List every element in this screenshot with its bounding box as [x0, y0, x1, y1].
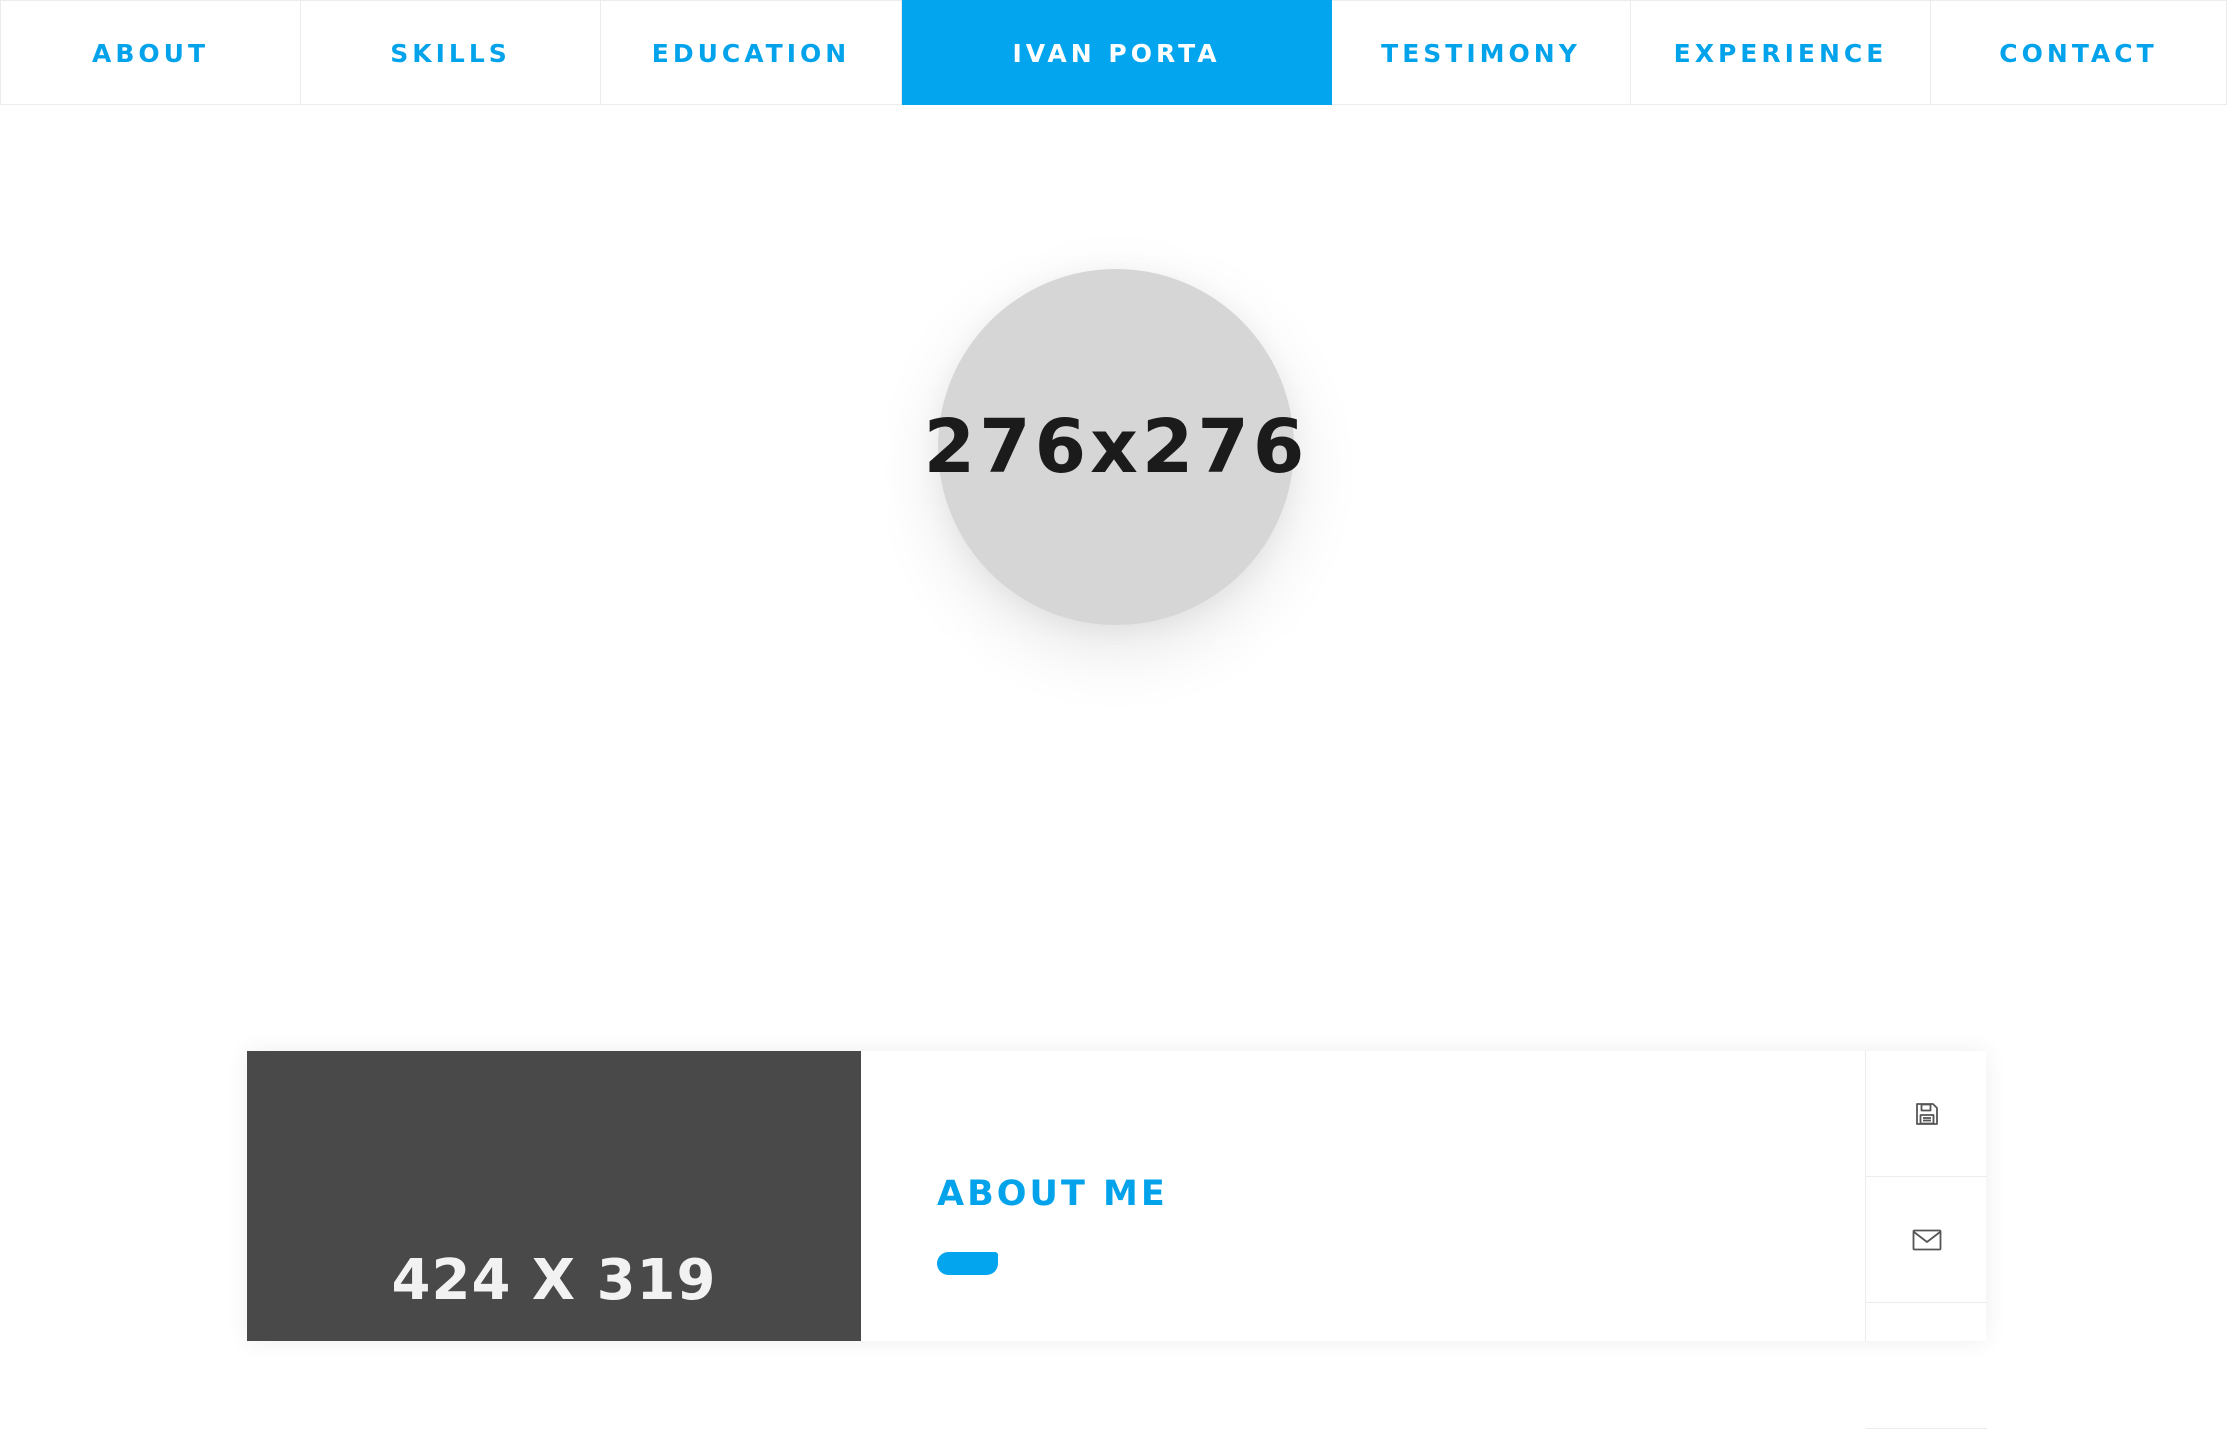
- nav-item-experience[interactable]: EXPERIENCE: [1631, 0, 1931, 105]
- about-card: 424 X 319 ABOUT ME: [247, 1051, 1987, 1429]
- save-icon: [1914, 1101, 1940, 1127]
- save-button[interactable]: [1866, 1051, 1987, 1177]
- nav-item-label: ABOUT: [91, 38, 209, 68]
- nav-item-about[interactable]: ABOUT: [0, 0, 301, 105]
- nav-item-label: EDUCATION: [651, 38, 851, 68]
- about-photo: 424 X 319: [247, 1051, 861, 1341]
- nav-item-home-ivan-porta[interactable]: IVAN PORTA: [902, 0, 1332, 105]
- nav-item-label: TESTIMONY: [1381, 38, 1581, 68]
- title-underline-accent: [937, 1252, 998, 1275]
- nav-item-skills[interactable]: SKILLS: [301, 0, 601, 105]
- card-action-column: [1865, 1051, 1987, 1429]
- nav-item-label: CONTACT: [1999, 38, 2158, 68]
- photo-placeholder-text: 424 X 319: [391, 1248, 717, 1313]
- avatar-placeholder-text: 276x276: [923, 404, 1309, 490]
- nav-item-education[interactable]: EDUCATION: [601, 0, 902, 105]
- top-navigation: ABOUT SKILLS EDUCATION IVAN PORTA TESTIM…: [0, 0, 2227, 105]
- nav-item-label: IVAN PORTA: [1012, 38, 1221, 68]
- profile-avatar: 276x276: [924, 269, 1304, 625]
- about-title: ABOUT ME: [937, 1174, 1168, 1214]
- email-button[interactable]: [1866, 1177, 1987, 1303]
- envelope-icon: [1912, 1229, 1942, 1251]
- nav-item-label: EXPERIENCE: [1673, 38, 1888, 68]
- nav-item-label: SKILLS: [390, 38, 511, 68]
- nav-item-testimony[interactable]: TESTIMONY: [1332, 0, 1631, 105]
- nav-item-contact[interactable]: CONTACT: [1931, 0, 2227, 105]
